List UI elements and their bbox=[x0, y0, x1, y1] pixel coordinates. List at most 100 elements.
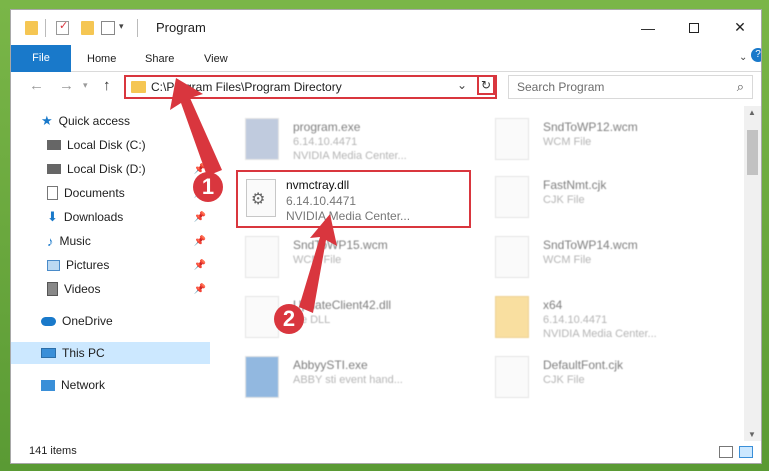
sidebar-item-music[interactable]: ♪ Music 📌 bbox=[11, 230, 210, 252]
cloud-icon bbox=[41, 316, 56, 326]
search-input[interactable]: Search Program ⌕ bbox=[508, 75, 753, 99]
help-icon[interactable]: ? bbox=[751, 48, 761, 62]
details-view-icon[interactable] bbox=[719, 446, 733, 458]
tab-share[interactable]: Share bbox=[145, 50, 174, 68]
gear-icon: ⚙ bbox=[251, 191, 266, 208]
sidebar-item-label: Videos bbox=[64, 282, 101, 296]
sidebar-item-label: Pictures bbox=[66, 258, 110, 272]
sidebar-item-label: Music bbox=[59, 234, 91, 248]
file-detail: CJK File bbox=[543, 374, 585, 386]
sidebar-item-network[interactable]: Network bbox=[11, 374, 210, 396]
navigation-pane: ★ Quick access Local Disk (C:) Local Dis… bbox=[11, 106, 210, 441]
scrollbar-thumb[interactable] bbox=[747, 130, 758, 175]
download-arrow-icon: ⬇ bbox=[47, 209, 58, 224]
window-title: Program bbox=[156, 20, 206, 35]
star-icon: ★ bbox=[41, 113, 53, 128]
film-icon bbox=[47, 282, 58, 296]
sidebar-item-local-disk-c[interactable]: Local Disk (C:) bbox=[11, 134, 210, 156]
list-item[interactable]: AbbyySTI.exe ABBY sti event hand... bbox=[241, 352, 476, 408]
refresh-button[interactable]: ↻ bbox=[477, 75, 495, 95]
maximize-icon bbox=[689, 22, 699, 33]
list-item[interactable]: SndToWP15.wcm WCM File bbox=[241, 232, 476, 288]
list-item[interactable]: x64 6.14.10.4471 NVIDIA Media Center... bbox=[491, 292, 726, 348]
scroll-up-icon[interactable]: ▲ bbox=[748, 108, 756, 117]
status-bar: 141 items bbox=[11, 441, 761, 463]
step-badge-1: 1 bbox=[193, 172, 223, 202]
sidebar-item-quick-access[interactable]: ★ Quick access bbox=[11, 110, 210, 132]
qa-dropdown-icon[interactable]: ▾ bbox=[119, 21, 124, 39]
sidebar-item-local-disk-d[interactable]: Local Disk (D:) 📌 bbox=[11, 158, 210, 180]
file-detail: 6.14.10.4471 bbox=[543, 314, 608, 326]
search-icon: ⌕ bbox=[736, 79, 744, 94]
recent-locations-icon[interactable]: ▾ bbox=[83, 80, 88, 91]
minimize-icon: — bbox=[641, 19, 655, 36]
tab-file[interactable]: File bbox=[11, 45, 71, 72]
tab-home[interactable]: Home bbox=[87, 50, 116, 68]
scroll-down-icon[interactable]: ▼ bbox=[748, 430, 756, 439]
close-button[interactable]: ✕ bbox=[717, 10, 761, 45]
sidebar-item-videos[interactable]: Videos 📌 bbox=[11, 278, 210, 300]
vertical-scrollbar[interactable]: ▲ ▼ bbox=[744, 106, 761, 441]
close-icon: ✕ bbox=[734, 19, 746, 35]
sidebar-item-this-pc[interactable]: This PC bbox=[11, 342, 210, 364]
explorer-window: ✓ ▾ Program — ✕ File Home Share View ⌄ ?… bbox=[10, 9, 762, 464]
file-name: SndToWP15.wcm bbox=[293, 238, 388, 252]
file-name: nvmctray.dll bbox=[286, 178, 350, 192]
tab-view[interactable]: View bbox=[204, 50, 228, 68]
navigation-bar: ← → ▾ ↑ C:\Program Files\Program Directo… bbox=[11, 72, 761, 102]
separator bbox=[137, 19, 138, 37]
back-arrow-icon[interactable]: ← bbox=[29, 77, 44, 94]
folder-icon bbox=[131, 81, 146, 93]
file-name: SndToWP14.wcm bbox=[543, 238, 638, 252]
picture-icon bbox=[47, 259, 60, 271]
file-name: x64 bbox=[543, 298, 563, 312]
folder-icon bbox=[495, 296, 529, 338]
file-icon bbox=[495, 356, 529, 398]
sidebar-item-documents[interactable]: Documents 📌 bbox=[11, 182, 210, 204]
up-arrow-icon[interactable]: ↑ bbox=[103, 77, 111, 94]
pin-icon[interactable]: 📌 bbox=[194, 260, 206, 271]
list-item[interactable]: SndToWP12.wcm WCM File bbox=[491, 114, 726, 170]
file-icon bbox=[495, 118, 529, 160]
file-name: FastNmt.cjk bbox=[543, 178, 607, 192]
pin-icon[interactable]: 📌 bbox=[194, 212, 206, 223]
list-item[interactable]: program.exe 6.14.10.4471 NVIDIA Media Ce… bbox=[241, 114, 476, 170]
maximize-button[interactable] bbox=[671, 10, 717, 45]
list-item[interactable]: SndToWP14.wcm WCM File bbox=[491, 232, 726, 288]
expand-ribbon-icon[interactable]: ⌄ bbox=[739, 49, 747, 67]
pin-icon[interactable]: 📌 bbox=[194, 284, 206, 295]
file-detail: 6.14.10.4471 bbox=[286, 194, 357, 208]
new-folder-icon[interactable] bbox=[81, 21, 94, 35]
highlighted-file-item[interactable]: ⚙ nvmctray.dll 6.14.10.4471 NVIDIA Media… bbox=[236, 170, 471, 228]
sidebar-item-pictures[interactable]: Pictures 📌 bbox=[11, 254, 210, 276]
sidebar-item-onedrive[interactable]: OneDrive bbox=[11, 310, 210, 332]
minimize-button[interactable]: — bbox=[625, 10, 671, 45]
ribbon-tabs: File Home Share View ⌄ ? bbox=[11, 45, 761, 72]
forward-arrow-icon[interactable]: → bbox=[59, 77, 74, 94]
properties-icon[interactable]: ✓ bbox=[56, 20, 69, 35]
folder-icon bbox=[25, 21, 38, 35]
search-placeholder: Search Program bbox=[517, 80, 605, 94]
file-detail: ABBY sti event hand... bbox=[293, 374, 403, 386]
chevron-down-icon[interactable]: ⌄ bbox=[457, 78, 467, 92]
customize-icon[interactable] bbox=[101, 21, 115, 35]
computer-icon bbox=[41, 348, 56, 358]
sidebar-item-label: This PC bbox=[62, 346, 105, 360]
file-detail: NVIDIA Media Center... bbox=[293, 150, 407, 162]
drive-icon bbox=[47, 140, 61, 150]
list-item[interactable]: DefaultFont.cjk CJK File bbox=[491, 352, 726, 408]
file-detail: WCM File bbox=[543, 254, 592, 266]
file-name: program.exe bbox=[293, 120, 361, 134]
address-bar[interactable]: C:\Program Files\Program Directory ⌄ bbox=[124, 75, 497, 99]
pin-icon[interactable]: 📌 bbox=[194, 236, 206, 247]
sidebar-item-label: Downloads bbox=[63, 210, 124, 224]
list-item[interactable]: FastNmt.cjk CJK File bbox=[491, 172, 726, 228]
exe-file-icon bbox=[245, 356, 279, 398]
file-icon bbox=[495, 236, 529, 278]
large-icons-view-icon[interactable] bbox=[739, 446, 753, 458]
file-detail: WCM File bbox=[543, 136, 592, 148]
file-name: SndToWP12.wcm bbox=[543, 120, 638, 134]
sidebar-item-downloads[interactable]: ⬇ Downloads 📌 bbox=[11, 206, 210, 228]
file-icon bbox=[495, 176, 529, 218]
exe-file-icon bbox=[245, 118, 279, 160]
